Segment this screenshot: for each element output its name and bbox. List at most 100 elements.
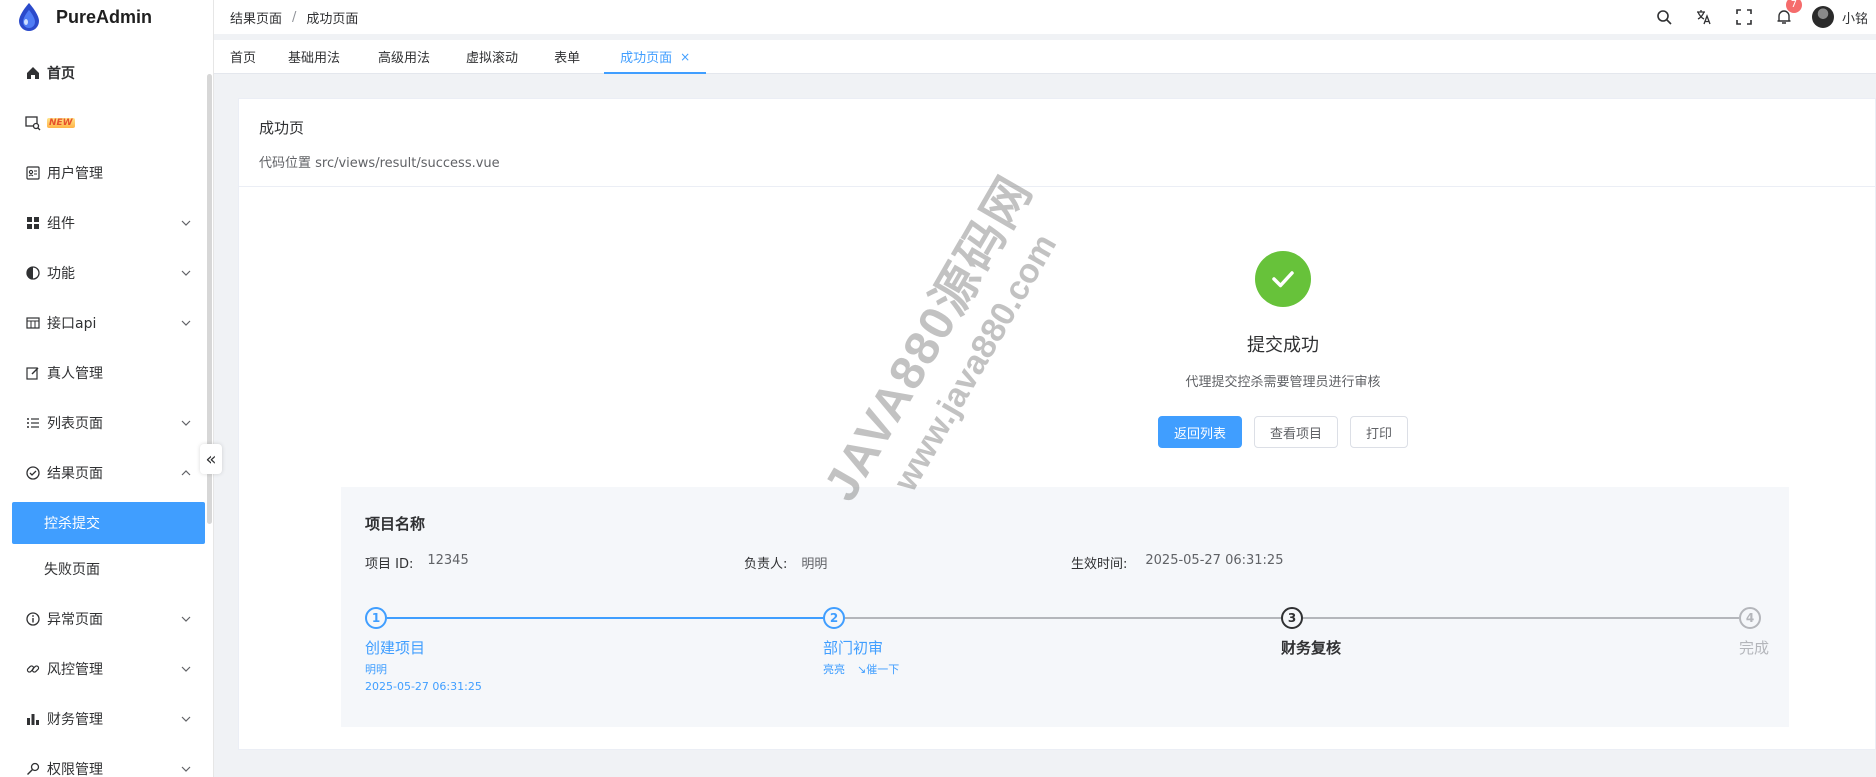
sidebar-item-finance[interactable]: 财务管理 xyxy=(0,694,213,744)
step-3-title: 财务复核 xyxy=(1281,639,1342,657)
sidebar-subitem-success[interactable]: 控杀提交 xyxy=(12,502,205,544)
check-circle-icon xyxy=(24,465,41,482)
breadcrumb-separator: / xyxy=(292,9,297,25)
user-menu[interactable]: 小铭 xyxy=(1811,6,1868,28)
header: 结果页面 / 成功页面 7 小铭 xyxy=(214,0,1876,34)
bar-chart-icon xyxy=(24,711,41,728)
header-actions: 7 小铭 xyxy=(1644,0,1876,34)
sidebar-item-label: 权限管理 xyxy=(47,762,103,777)
step-4-title: 完成 xyxy=(1739,639,1770,657)
logo[interactable]: PureAdmin xyxy=(0,0,213,34)
sidebar-subitem-fail[interactable]: 失败页面 xyxy=(0,548,213,590)
print-button[interactable]: 打印 xyxy=(1350,416,1409,448)
sidebar-item-label: 真人管理 xyxy=(47,366,103,382)
avatar xyxy=(1811,6,1834,28)
chevron-down-icon xyxy=(181,420,191,426)
project-id-label: 项目 ID: xyxy=(365,557,414,572)
grid-icon xyxy=(24,215,41,232)
tags-bar: 首页 基础用法 高级用法 虚拟滚动 表单 成功页面 × xyxy=(214,40,1876,74)
tab-label: 表单 xyxy=(554,51,581,66)
tab-label: 基础用法 xyxy=(288,51,341,66)
sidebar-item-features[interactable]: 功能 xyxy=(0,248,213,298)
sidebar-item-label: 功能 xyxy=(47,266,75,282)
user-card-icon xyxy=(24,165,41,182)
step-2-desc: 亮亮 xyxy=(823,663,845,676)
sidebar-item-label: 异常页面 xyxy=(47,612,103,628)
list-icon xyxy=(24,415,41,432)
effective-time-value: 2025-05-27 06:31:25 xyxy=(1145,553,1284,568)
sidebar-item-result-pages[interactable]: 结果页面 xyxy=(0,448,213,498)
breadcrumb-item-current: 成功页面 xyxy=(306,11,359,27)
result-section: 提交成功 代理提交控杀需要管理员进行审核 返回列表 查看项目 打印 xyxy=(239,251,1875,448)
sidebar-item-risk-management[interactable]: 风控管理 xyxy=(0,644,213,694)
user-name: 小铭 xyxy=(1841,11,1868,27)
effective-time-label: 生效时间: xyxy=(1071,557,1128,572)
sidebar-item-label: 风控管理 xyxy=(47,662,103,678)
sidebar-item-list-pages[interactable]: 列表页面 xyxy=(0,398,213,448)
step-line-3 xyxy=(1303,617,1739,619)
step-1-title: 创建项目 xyxy=(365,639,426,657)
search-button[interactable] xyxy=(1644,0,1684,34)
step-1-icon: 1 xyxy=(365,607,387,629)
tab-virtual-scroll[interactable]: 虚拟滚动 xyxy=(452,40,540,73)
project-panel: 项目名称 项目 ID: 12345 负责人: 明明 生效时间: 2025-05-… xyxy=(341,487,1789,727)
result-card: 成功页 代码位置 src/views/result/success.vue 提交… xyxy=(238,98,1876,750)
chevron-down-icon xyxy=(181,220,191,226)
chevron-down-icon xyxy=(181,270,191,276)
tab-label: 高级用法 xyxy=(378,51,431,66)
sidebar-subitem-label: 失败页面 xyxy=(44,562,100,578)
result-subtitle: 代理提交控杀需要管理员进行审核 xyxy=(1185,375,1381,390)
panel-title: 项目名称 xyxy=(365,515,426,533)
owner-value: 明明 xyxy=(801,557,828,572)
info-icon xyxy=(24,611,41,628)
sidebar-item-person-management[interactable]: 真人管理 xyxy=(0,348,213,398)
view-project-button[interactable]: 查看项目 xyxy=(1253,416,1338,448)
sidebar-item-home[interactable]: 首页 xyxy=(0,48,213,98)
chevron-up-icon xyxy=(181,470,191,476)
sidebar-item-new[interactable]: NEW xyxy=(0,98,213,148)
tab-basic-usage[interactable]: 基础用法 xyxy=(272,40,356,73)
sidebar-item-label: 财务管理 xyxy=(47,712,103,728)
sidebar-item-exception-pages[interactable]: 异常页面 xyxy=(0,594,213,644)
chevron-down-icon xyxy=(181,716,191,722)
notification-badge: 7 xyxy=(1785,0,1802,13)
sidebar-item-label: 组件 xyxy=(47,216,75,232)
tab-home[interactable]: 首页 xyxy=(214,40,272,73)
sidebar-item-label: 列表页面 xyxy=(47,416,103,432)
card-subtitle: 代码位置 src/views/result/success.vue xyxy=(259,156,500,171)
translate-button[interactable] xyxy=(1684,0,1724,34)
step-4-icon: 4 xyxy=(1739,607,1761,629)
sidebar-item-user-management[interactable]: 用户管理 xyxy=(0,148,213,198)
tab-advanced-usage[interactable]: 高级用法 xyxy=(356,40,452,73)
key-icon xyxy=(24,761,41,777)
step-2-icon: 2 xyxy=(823,607,845,629)
owner: 负责人: 明明 xyxy=(744,553,827,572)
step-1-desc: 明明 xyxy=(365,663,387,676)
fullscreen-button[interactable] xyxy=(1724,0,1764,34)
collapse-sidebar-button[interactable]: « xyxy=(200,444,222,474)
sidebar-item-components[interactable]: 组件 xyxy=(0,198,213,248)
tab-form[interactable]: 表单 xyxy=(540,40,604,73)
result-title: 提交成功 xyxy=(1247,335,1319,356)
fullscreen-icon xyxy=(1736,9,1752,25)
step-1-time: 2025-05-27 06:31:25 xyxy=(365,680,482,693)
tab-success-page[interactable]: 成功页面 × xyxy=(604,40,707,74)
double-chevron-left-icon: « xyxy=(205,448,217,470)
chevron-down-icon xyxy=(181,616,191,622)
owner-label: 负责人: xyxy=(744,557,788,572)
notification-button[interactable]: 7 xyxy=(1764,0,1804,34)
breadcrumb-item[interactable]: 结果页面 xyxy=(230,8,282,27)
back-to-list-button[interactable]: 返回列表 xyxy=(1157,416,1242,448)
urge-link[interactable]: ↘催一下 xyxy=(857,661,899,677)
step-3-icon: 3 xyxy=(1281,607,1303,629)
steps: 1 创建项目 明明 2025-05-27 06:31:25 2 部门初审 亮亮 … xyxy=(341,607,1789,717)
app-name: PureAdmin xyxy=(56,6,153,27)
close-icon[interactable]: × xyxy=(680,50,690,64)
breadcrumb: 结果页面 / 成功页面 xyxy=(230,8,358,27)
translate-icon xyxy=(1696,10,1711,25)
sidebar-item-api[interactable]: 接口api xyxy=(0,298,213,348)
edit-icon xyxy=(24,365,41,382)
sidebar-item-permissions[interactable]: 权限管理 xyxy=(0,744,213,777)
sidebar-item-label: 用户管理 xyxy=(47,166,103,182)
sidebar-item-label: 结果页面 xyxy=(47,466,103,482)
